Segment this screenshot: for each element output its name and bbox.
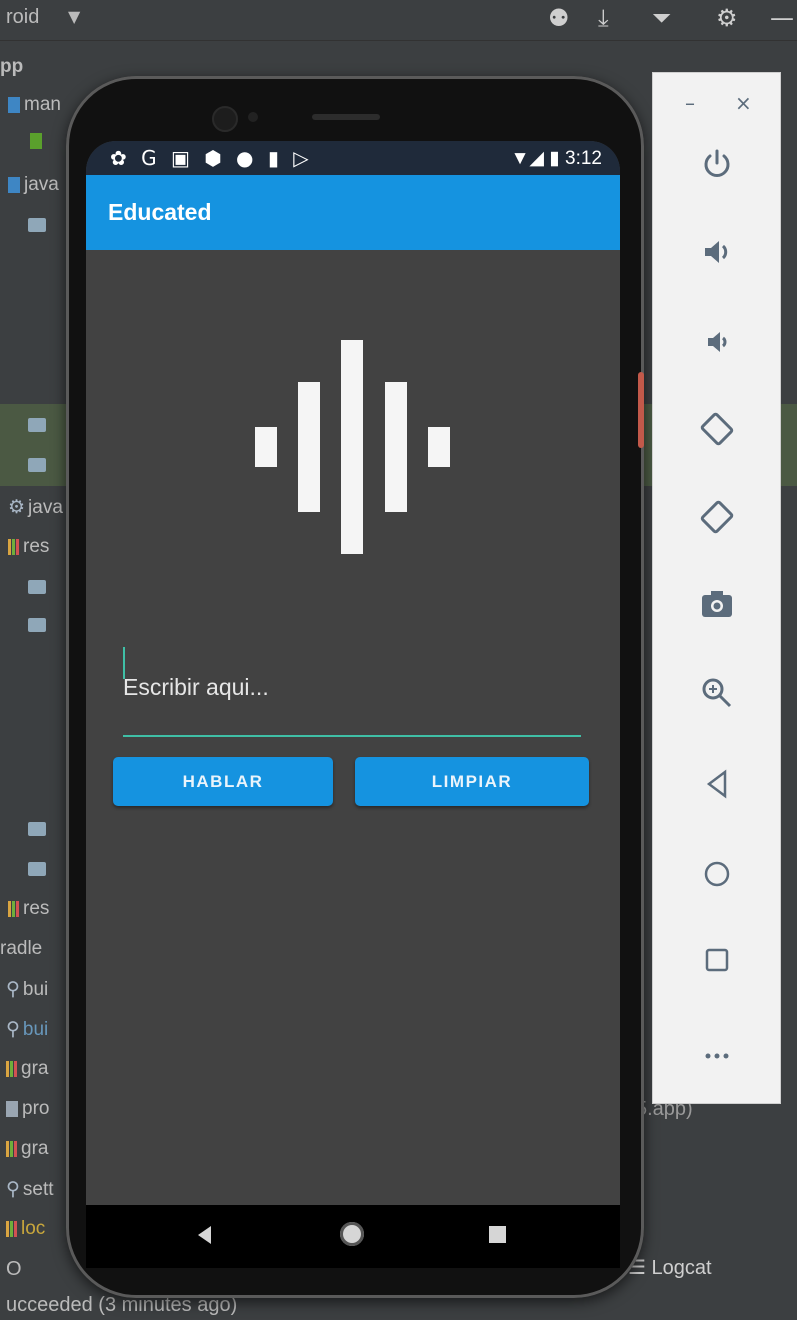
panel-minimize-button[interactable]: – [685, 91, 695, 115]
tree-item-gradle-properties-2[interactable]: gra [6, 1138, 48, 1160]
chevron-down-icon[interactable]: ▼ [68, 7, 80, 26]
res-icon [8, 538, 20, 555]
nav-back-icon[interactable] [198, 1226, 211, 1244]
more-button[interactable] [653, 1035, 780, 1075]
volume-up-button[interactable] [653, 235, 780, 278]
tree-item-folder[interactable] [28, 576, 46, 598]
more-dots-icon [705, 1053, 728, 1059]
rotate-left-button[interactable] [653, 409, 780, 458]
volume-down-icon [707, 332, 726, 352]
folder-icon [28, 861, 46, 876]
back-triangle-icon [706, 769, 726, 799]
power-side-button[interactable] [638, 372, 644, 448]
wrench-icon: ⚲ [6, 1019, 20, 1040]
folder-icon [28, 617, 46, 632]
tree-item-build-gradle[interactable]: ⚲ bui [6, 978, 48, 1001]
tree-item-gradle-scripts[interactable]: radle [0, 938, 42, 960]
wave-bar [428, 427, 450, 467]
tree-item-gradle-properties[interactable]: gra [6, 1058, 48, 1080]
doc-icon [6, 1100, 18, 1117]
filter-icon[interactable]: ⏷ [652, 4, 671, 32]
emulator-controls-panel: – × [652, 72, 781, 1104]
device-screen: ✿ G ▣ ⬢ ● ▮ ▷ ▼◢ ▮ 3:12 Educated HABLAR … [86, 141, 620, 1268]
module-icon [8, 176, 20, 193]
home-circle-icon [704, 861, 729, 887]
zoom-in-icon [702, 678, 731, 708]
folder-icon [28, 821, 46, 836]
ide-toolbar: roid ▼ ⚉ ⤓ ⏷ ⚙ — [0, 0, 797, 41]
tree-item-folder[interactable] [28, 858, 46, 880]
wrench-icon: ⚲ [6, 1179, 20, 1200]
screenshot-button[interactable] [653, 587, 780, 630]
folder-icon [28, 417, 46, 432]
power-button[interactable] [653, 147, 780, 190]
bars-icon [6, 1220, 18, 1237]
tree-item-java-generated[interactable]: ⚙ java [8, 496, 63, 519]
tree-item-folder[interactable] [28, 614, 46, 636]
module-icon [8, 96, 20, 113]
bug-icon[interactable]: ⚉ [548, 4, 570, 32]
download-icon[interactable]: ⤓ [598, 4, 609, 32]
tree-item-folder[interactable] [28, 818, 46, 840]
speech-text-input[interactable] [123, 639, 581, 737]
home-button[interactable] [653, 857, 780, 900]
sensor-icon [248, 112, 258, 122]
tree-item-manifests[interactable]: man [8, 94, 61, 116]
text-cursor [123, 647, 125, 679]
camera-icon [701, 591, 732, 617]
tool-window-tab[interactable]: O [6, 1258, 22, 1281]
overview-button[interactable] [653, 943, 780, 986]
rotate-right-button[interactable] [653, 497, 780, 546]
nav-home-icon[interactable] [340, 1222, 364, 1246]
wave-bar [255, 427, 277, 467]
nav-recents-icon[interactable] [489, 1226, 506, 1243]
tree-item-settings-gradle[interactable]: ⚲ sett [6, 1178, 54, 1201]
wave-bar [298, 382, 320, 512]
zoom-button[interactable] [653, 675, 780, 720]
tree-item-local-properties[interactable]: loc [6, 1218, 45, 1240]
rotate-left-icon [700, 412, 733, 446]
manifest-icon [30, 132, 42, 149]
folder-icon [28, 217, 46, 232]
folder-icon [28, 457, 46, 472]
wave-bar [385, 382, 407, 512]
limpiar-button[interactable]: LIMPIAR [355, 757, 589, 806]
tree-item-manifest-file[interactable] [30, 130, 46, 152]
overview-square-icon [705, 948, 728, 972]
res-icon [8, 900, 20, 917]
volume-down-button[interactable] [653, 325, 780, 368]
navigation-bar [86, 1205, 620, 1268]
tree-item-folder[interactable] [28, 454, 46, 476]
minimize-icon[interactable]: — [770, 4, 794, 32]
tree-item-proguard[interactable]: pro [6, 1098, 49, 1120]
hablar-button[interactable]: HABLAR [113, 757, 333, 806]
bars-icon [6, 1140, 18, 1157]
volume-up-icon [704, 241, 727, 263]
tree-item-build-gradle-app[interactable]: ⚲ bui [6, 1018, 48, 1041]
wave-bar [341, 340, 363, 554]
logcat-tab[interactable]: ☰ Logcat [628, 1255, 712, 1280]
panel-close-button[interactable]: × [735, 91, 752, 115]
wrench-icon: ⚲ [6, 979, 20, 1000]
tree-item-app[interactable]: pp [0, 56, 23, 78]
tree-item-folder[interactable] [28, 214, 46, 236]
gear-icon[interactable]: ⚙ [716, 4, 738, 32]
back-button[interactable] [653, 767, 780, 810]
tree-item-res-2[interactable]: res [8, 898, 49, 920]
tree-item-res[interactable]: res [8, 536, 49, 558]
tree-item-java[interactable]: java [8, 174, 59, 196]
rotate-right-icon [700, 500, 733, 534]
run-config-selector[interactable]: roid [6, 6, 39, 29]
bars-icon [6, 1060, 18, 1077]
folder-icon [28, 579, 46, 594]
power-icon [704, 149, 729, 177]
java-icon: ⚙ [8, 497, 26, 518]
front-camera-icon [212, 106, 238, 132]
tree-item-folder[interactable] [28, 414, 46, 436]
earpiece-speaker [312, 114, 380, 120]
sound-wave-icon [255, 340, 450, 554]
